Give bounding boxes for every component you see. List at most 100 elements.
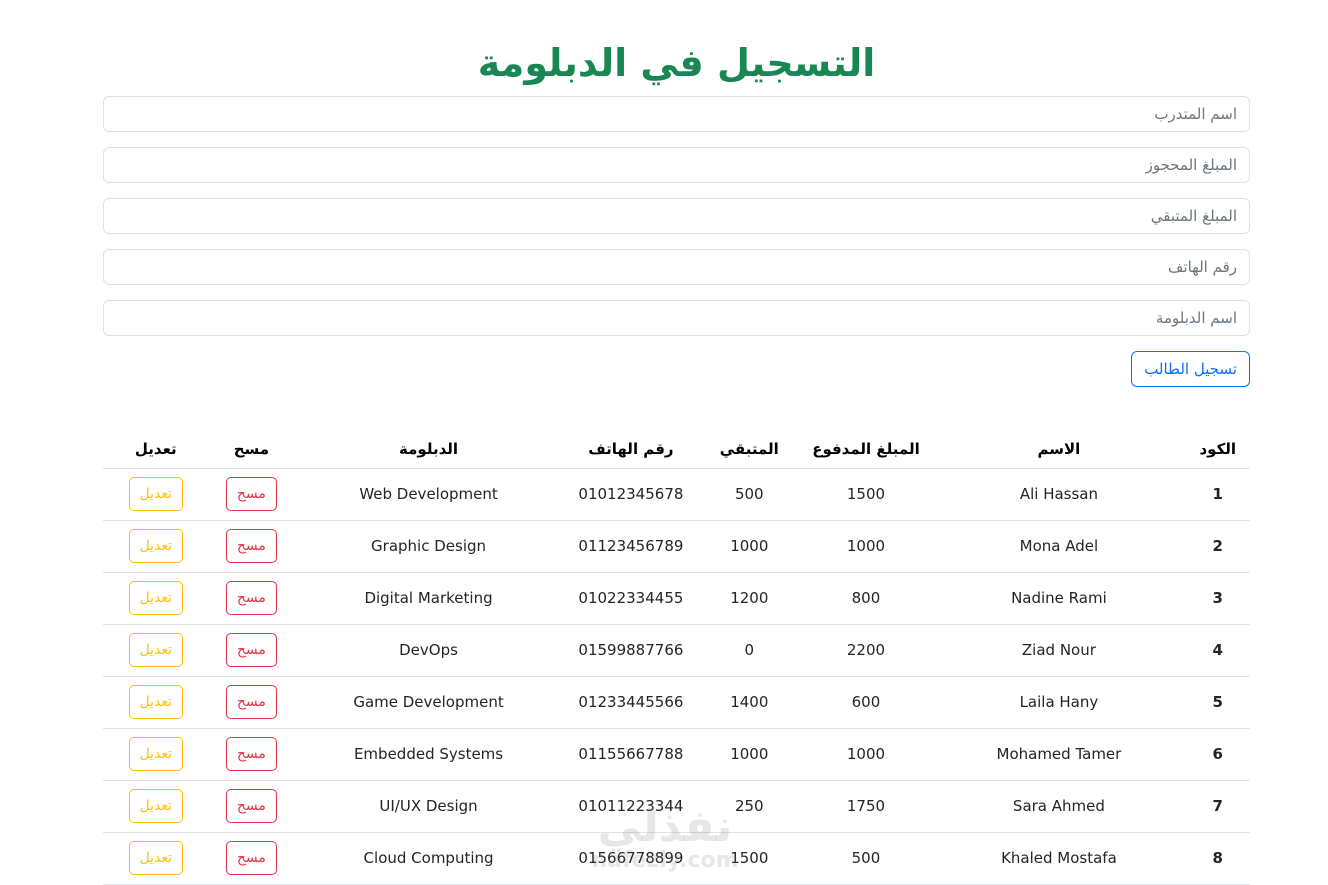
cell-remaining: 1000	[698, 520, 800, 573]
header-phone: رقم الهاتف	[562, 430, 699, 469]
edit-button[interactable]: تعديل	[128, 477, 184, 511]
cell-diploma: Game Development	[294, 676, 563, 729]
edit-button[interactable]: تعديل	[128, 789, 184, 823]
header-remaining: المتبقي	[698, 430, 800, 469]
cell-phone: 01566778899	[562, 832, 699, 885]
cell-edit: تعديل	[103, 728, 209, 781]
delete-button[interactable]: مسح	[225, 685, 277, 719]
trainee-name-input[interactable]	[103, 96, 1250, 132]
edit-button[interactable]: تعديل	[128, 633, 184, 667]
cell-edit: تعديل	[103, 468, 209, 521]
delete-button[interactable]: مسح	[225, 529, 277, 563]
cell-id: 6	[1185, 728, 1250, 781]
cell-phone: 01155667788	[562, 728, 699, 781]
edit-button[interactable]: تعديل	[128, 581, 184, 615]
cell-name: Sara Ahmed	[932, 780, 1186, 833]
header-paid: المبلغ المدفوع	[799, 430, 933, 469]
edit-button[interactable]: تعديل	[128, 529, 184, 563]
table-row: 4 Ziad Nour 2200 0 01599887766 DevOps مسح تعديل	[103, 624, 1250, 677]
cell-delete: مسح	[208, 520, 295, 573]
edit-button[interactable]: تعديل	[128, 841, 184, 875]
amount-remaining-input[interactable]	[103, 198, 1250, 234]
cell-diploma: Cloud Computing	[294, 832, 563, 885]
students-table: الكود الاسم المبلغ المدفوع المتبقي رقم ا…	[103, 430, 1250, 885]
cell-phone: 01123456789	[562, 520, 699, 573]
cell-name: Mona Adel	[932, 520, 1186, 573]
cell-delete: مسح	[208, 468, 295, 521]
cell-phone: 01011223344	[562, 780, 699, 833]
cell-name: Mohamed Tamer	[932, 728, 1186, 781]
phone-number-input[interactable]	[103, 249, 1250, 285]
diploma-name-input[interactable]	[103, 300, 1250, 336]
header-name: الاسم	[932, 430, 1186, 469]
cell-paid: 800	[799, 572, 933, 625]
cell-delete: مسح	[208, 624, 295, 677]
header-id: الكود	[1185, 430, 1250, 469]
cell-diploma: Embedded Systems	[294, 728, 563, 781]
cell-id: 5	[1185, 676, 1250, 729]
cell-delete: مسح	[208, 676, 295, 729]
cell-paid: 1000	[799, 728, 933, 781]
page-title: التسجيل في الدبلومة	[477, 41, 876, 85]
cell-phone: 01233445566	[562, 676, 699, 729]
table-header-row: الكود الاسم المبلغ المدفوع المتبقي رقم ا…	[103, 430, 1250, 469]
cell-name: Ali Hassan	[932, 468, 1186, 521]
cell-id: 3	[1185, 572, 1250, 625]
cell-paid: 1500	[799, 468, 933, 521]
delete-button[interactable]: مسح	[225, 633, 277, 667]
cell-id: 1	[1185, 468, 1250, 521]
delete-button[interactable]: مسح	[225, 841, 277, 875]
table-body: 1 Ali Hassan 1500 500 01012345678 Web Develop…	[103, 468, 1250, 885]
registration-form: تسجيل الطالب	[103, 96, 1250, 387]
amount-booked-input[interactable]	[103, 147, 1250, 183]
table-row: 6 Mohamed Tamer 1000 1000 01155667788 Embedde…	[103, 728, 1250, 781]
cell-remaining: 500	[698, 468, 800, 521]
cell-edit: تعديل	[103, 676, 209, 729]
cell-id: 8	[1185, 832, 1250, 885]
cell-id: 4	[1185, 624, 1250, 677]
header-diploma: الدبلومة	[294, 430, 563, 469]
cell-diploma: UI/UX Design	[294, 780, 563, 833]
cell-delete: مسح	[208, 572, 295, 625]
cell-paid: 1000	[799, 520, 933, 573]
delete-button[interactable]: مسح	[225, 789, 277, 823]
edit-button[interactable]: تعديل	[128, 737, 184, 771]
cell-diploma: Digital Marketing	[294, 572, 563, 625]
delete-button[interactable]: مسح	[225, 477, 277, 511]
cell-diploma: Graphic Design	[294, 520, 563, 573]
cell-paid: 1750	[799, 780, 933, 833]
cell-diploma: DevOps	[294, 624, 563, 677]
cell-name: Laila Hany	[932, 676, 1186, 729]
delete-button[interactable]: مسح	[225, 737, 277, 771]
cell-remaining: 1500	[698, 832, 800, 885]
cell-remaining: 250	[698, 780, 800, 833]
delete-button[interactable]: مسح	[225, 581, 277, 615]
table-row: 3 Nadine Rami 800 1200 01022334455 Digital Ma…	[103, 572, 1250, 625]
cell-edit: تعديل	[103, 572, 209, 625]
cell-delete: مسح	[208, 780, 295, 833]
cell-paid: 500	[799, 832, 933, 885]
header-edit: تعديل	[103, 430, 209, 469]
cell-phone: 01012345678	[562, 468, 699, 521]
cell-remaining: 1400	[698, 676, 800, 729]
cell-id: 7	[1185, 780, 1250, 833]
cell-delete: مسح	[208, 832, 295, 885]
cell-edit: تعديل	[103, 832, 209, 885]
cell-remaining: 0	[698, 624, 800, 677]
cell-phone: 01022334455	[562, 572, 699, 625]
cell-id: 2	[1185, 520, 1250, 573]
cell-diploma: Web Development	[294, 468, 563, 521]
cell-edit: تعديل	[103, 624, 209, 677]
main-container: التسجيل في الدبلومة تسجيل الطالب الكود ا…	[103, 0, 1250, 885]
cell-edit: تعديل	[103, 520, 209, 573]
table-row: 1 Ali Hassan 1500 500 01012345678 Web Develop…	[103, 468, 1250, 521]
edit-button[interactable]: تعديل	[128, 685, 184, 719]
cell-edit: تعديل	[103, 780, 209, 833]
table-row: 2 Mona Adel 1000 1000 01123456789 Graphic Des…	[103, 520, 1250, 573]
cell-delete: مسح	[208, 728, 295, 781]
cell-paid: 600	[799, 676, 933, 729]
table-row: 8 Khaled Mostafa 500 1500 01566778899 Cloud C…	[103, 832, 1250, 885]
register-student-button[interactable]: تسجيل الطالب	[1131, 351, 1250, 387]
cell-phone: 01599887766	[562, 624, 699, 677]
table-row: 5 Laila Hany 600 1400 01233445566 Game Develo…	[103, 676, 1250, 729]
